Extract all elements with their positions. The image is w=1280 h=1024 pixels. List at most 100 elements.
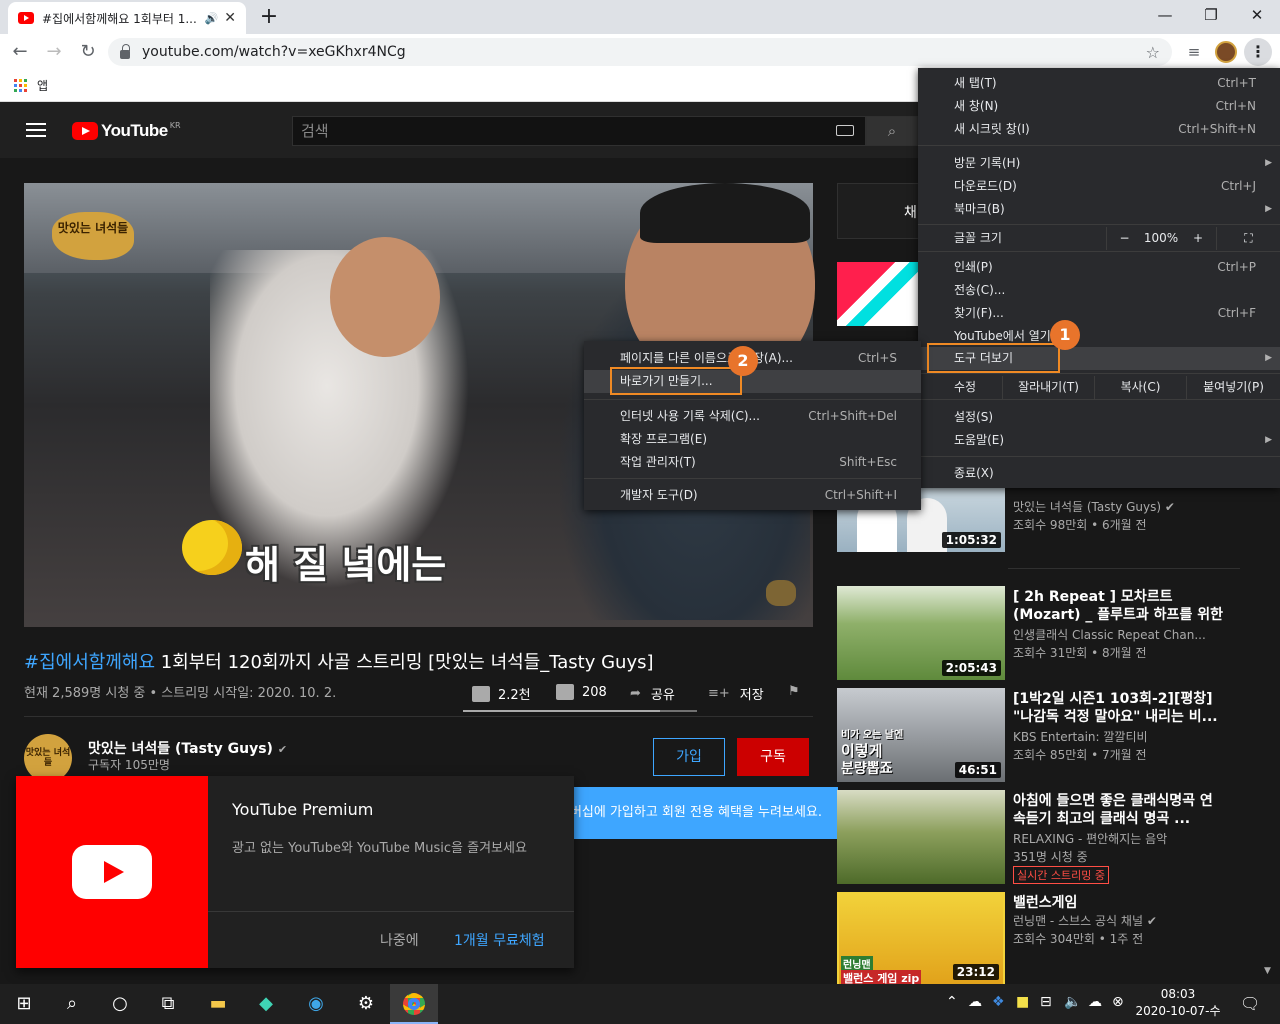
- share-button[interactable]: ➦ 공유: [630, 684, 675, 703]
- search-button[interactable]: ⌕: [866, 116, 918, 146]
- apps-icon[interactable]: [14, 79, 27, 92]
- edge-icon[interactable]: ◉: [292, 984, 340, 1024]
- chrome-taskbar-icon[interactable]: [390, 984, 438, 1024]
- fullscreen-icon[interactable]: ⛶: [1216, 227, 1280, 250]
- sticky-notes-icon[interactable]: ■: [1016, 994, 1029, 1010]
- menu-divider: [584, 399, 921, 400]
- free-trial-button[interactable]: 1개월 무료체험: [454, 930, 545, 950]
- settings-gear-icon[interactable]: ⚙: [342, 984, 390, 1024]
- like-ratio-bar: [463, 710, 697, 712]
- verified-icon: ✔: [1164, 500, 1175, 514]
- tray-x-icon[interactable]: ⊗: [1112, 994, 1124, 1010]
- save-button[interactable]: ≡+ 저장: [708, 684, 764, 703]
- scroll-down-arrow[interactable]: ▼: [1264, 966, 1276, 980]
- video-thumbnail[interactable]: 2:05:43: [837, 586, 1005, 680]
- file-explorer-icon[interactable]: ▬: [194, 984, 242, 1024]
- live-chat-panel[interactable]: 채: [837, 183, 919, 239]
- dropbox-icon[interactable]: ❖: [992, 994, 1005, 1010]
- menu-item-history[interactable]: 방문 기록(H) ▶: [918, 152, 1280, 175]
- related-video[interactable]: 2:05:43 [ 2h Repeat ] 모차르트(Mozart) _ 플루트…: [837, 586, 1257, 680]
- moon-icon: [182, 520, 242, 575]
- ad-thumbnail[interactable]: [837, 262, 919, 326]
- youtube-play-icon: [72, 845, 152, 899]
- speaker-icon[interactable]: 🔊: [205, 12, 219, 25]
- related-channel: RELAXING - 편안해지는 음악: [1013, 832, 1168, 846]
- channel-name[interactable]: 맛있는 녀석들 (Tasty Guys) ✔: [88, 738, 287, 758]
- minimize-button[interactable]: —: [1142, 0, 1188, 32]
- back-icon[interactable]: ←: [8, 40, 32, 64]
- flag-icon: ⚑: [788, 684, 800, 699]
- video-person-left-head: [330, 237, 440, 357]
- playlist-add-icon: ≡+: [708, 686, 730, 701]
- menu-item-new-window[interactable]: 새 창(N) Ctrl+N: [918, 95, 1280, 118]
- paste-button[interactable]: 붙여넣기(P): [1186, 376, 1280, 399]
- zoom-out-button[interactable]: −: [1106, 227, 1142, 250]
- address-bar[interactable]: youtube.com/watch?v=xeGKhxr4NCg ☆: [108, 38, 1172, 66]
- search-input[interactable]: 검색: [292, 116, 866, 146]
- join-button[interactable]: 가입: [653, 738, 725, 776]
- windows-start-icon[interactable]: ⊞: [0, 984, 48, 1024]
- submenu-arrow-icon: ▶: [1265, 353, 1272, 363]
- menu-item-cast[interactable]: 전송(C)...: [918, 279, 1280, 302]
- menu-item-bookmarks[interactable]: 북마크(B) ▶: [918, 198, 1280, 221]
- onedrive-icon[interactable]: ☁: [968, 994, 982, 1010]
- app-icon[interactable]: ◆: [242, 984, 290, 1024]
- related-video[interactable]: 런닝맨 밸런스 게임 zip 23:12 밸런스게임 런닝맨 - 스브스 공식 …: [837, 892, 1257, 986]
- related-video[interactable]: 아침에 들으면 좋은 클래식명곡 연속듣기 최고의 클래식 명곡 ... REL…: [837, 790, 1257, 884]
- cortana-icon[interactable]: ○: [96, 984, 144, 1024]
- restore-button[interactable]: ❐: [1188, 0, 1234, 32]
- browser-tab[interactable]: #집에서함께해요 1회부터 1... 🔊 ✕: [8, 2, 246, 34]
- reload-icon[interactable]: ↻: [76, 40, 100, 64]
- menu-item-print[interactable]: 인쇄(P) Ctrl+P: [918, 256, 1280, 279]
- related-video[interactable]: 비가 오는 날엔 이렇게 분량뽑죠 46:51 [1박2일 시즌1 103회-2…: [837, 688, 1257, 782]
- search-icon[interactable]: ⌕: [48, 984, 96, 1024]
- clock[interactable]: 08:03 2020-10-07-수: [1128, 986, 1228, 1020]
- video-thumbnail[interactable]: 비가 오는 날엔 이렇게 분량뽑죠 46:51: [837, 688, 1005, 782]
- menu-divider: [918, 456, 1280, 457]
- new-tab-button[interactable]: +: [256, 5, 282, 31]
- volume-icon[interactable]: 🔈: [1064, 994, 1081, 1010]
- channel-watermark[interactable]: [766, 580, 796, 606]
- menu-divider: [918, 373, 1280, 374]
- network-icon[interactable]: ⊟: [1040, 994, 1052, 1010]
- cut-button[interactable]: 잘라내기(T): [1002, 376, 1094, 399]
- subscribe-button[interactable]: 구독: [737, 738, 809, 776]
- menu-item-downloads[interactable]: 다운로드(D) Ctrl+J: [918, 175, 1280, 198]
- menu-item-new-tab[interactable]: 새 탭(T) Ctrl+T: [918, 72, 1280, 95]
- dislike-button[interactable]: 208: [556, 684, 607, 700]
- channel-avatar[interactable]: 맛있는 녀석들: [24, 734, 72, 782]
- keyboard-icon[interactable]: [836, 125, 854, 136]
- video-thumbnail[interactable]: [837, 790, 1005, 884]
- tray-chevron-icon[interactable]: ⌃: [946, 994, 958, 1010]
- close-tab-icon[interactable]: ✕: [224, 10, 236, 26]
- copy-button[interactable]: 복사(C): [1094, 376, 1186, 399]
- like-button[interactable]: 2.2천: [472, 684, 531, 703]
- submenu-item-extensions[interactable]: 확장 프로그램(E): [584, 428, 921, 451]
- menu-item-incognito[interactable]: 새 시크릿 창(I) Ctrl+Shift+N: [918, 118, 1280, 141]
- forward-icon[interactable]: →: [42, 40, 66, 64]
- related-meta: 조회수 31만회 • 8개월 전: [1013, 646, 1147, 660]
- submenu-item-developer-tools[interactable]: 개발자 도구(D) Ctrl+Shift+I: [584, 484, 921, 507]
- star-icon[interactable]: ☆: [1146, 43, 1160, 62]
- notifications-icon[interactable]: 🗨: [1240, 994, 1260, 1013]
- task-view-icon[interactable]: ⧉: [144, 984, 192, 1024]
- apps-bookmark[interactable]: 앱: [37, 77, 48, 94]
- menu-item-help[interactable]: 도움말(E) ▶: [918, 429, 1280, 452]
- reading-list-icon[interactable]: ≡: [1182, 40, 1206, 64]
- menu-item-exit[interactable]: 종료(X): [918, 462, 1280, 485]
- zoom-in-button[interactable]: +: [1180, 227, 1216, 250]
- hamburger-menu-icon[interactable]: [26, 123, 46, 137]
- menu-item-find[interactable]: 찾기(F)... Ctrl+F: [918, 302, 1280, 325]
- submenu-item-task-manager[interactable]: 작업 관리자(T) Shift+Esc: [584, 451, 921, 474]
- video-thumbnail[interactable]: 런닝맨 밸런스 게임 zip 23:12: [837, 892, 1005, 986]
- menu-item-settings[interactable]: 설정(S): [918, 406, 1280, 429]
- chrome-menu-icon[interactable]: ⋮: [1244, 38, 1272, 66]
- youtube-logo[interactable]: YouTube KR: [72, 121, 181, 141]
- later-button[interactable]: 나중에: [380, 930, 419, 950]
- hashtag-link[interactable]: #집에서함께해요: [24, 652, 155, 673]
- close-window-button[interactable]: ✕: [1234, 0, 1280, 32]
- submenu-item-clear-history[interactable]: 인터넷 사용 기록 삭제(C)... Ctrl+Shift+Del: [584, 405, 921, 428]
- profile-avatar[interactable]: [1215, 41, 1237, 63]
- report-button[interactable]: ⚑: [788, 684, 800, 699]
- cloud-upload-icon[interactable]: ☁: [1088, 994, 1102, 1010]
